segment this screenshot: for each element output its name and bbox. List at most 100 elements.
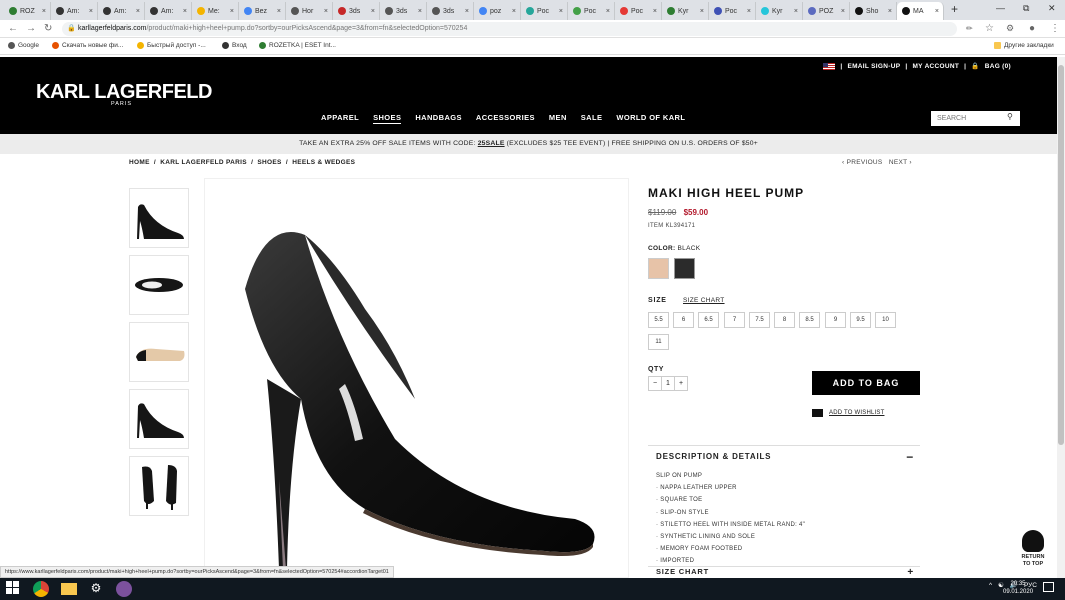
nav-handbags[interactable]: HANDBAGS [415,113,462,124]
minimize-icon[interactable]: — [996,3,1005,13]
size-chart-link[interactable]: SIZE CHART [683,297,725,304]
close-tab-icon[interactable]: × [277,8,281,15]
start-icon[interactable] [6,581,22,597]
size-option[interactable]: 9.5 [850,312,871,328]
nav-accessories[interactable]: ACCESSORIES [476,113,535,124]
other-bookmarks[interactable]: Другие закладки [994,42,1054,49]
add-to-wishlist-link[interactable]: ADD TO WISHLIST [829,410,884,416]
size-option[interactable]: 6 [673,312,694,328]
qty-decrement-button[interactable]: − [649,377,662,390]
swatch-nude[interactable] [648,258,669,279]
restore-icon[interactable]: ⧉ [1023,3,1029,14]
browser-tab[interactable]: Hor × [286,2,333,20]
browser-tab[interactable]: Poc × [521,2,568,20]
star-icon[interactable]: ☆ [985,23,994,34]
browser-tab[interactable]: Am: × [51,2,98,20]
close-tab-icon[interactable]: × [606,8,610,15]
browser-tab[interactable]: Me: × [192,2,239,20]
close-tab-icon[interactable]: × [465,8,469,15]
menu-icon[interactable]: ⋮ [1050,23,1060,34]
translate-icon[interactable]: ✏ [966,24,973,33]
browser-tab[interactable]: 3ds × [427,2,474,20]
close-tab-icon[interactable]: × [935,8,939,15]
bag-icon[interactable]: 🔒 [971,62,979,70]
size-option[interactable]: 10 [875,312,896,328]
nav-world-of-karl[interactable]: WORLD OF KARL [616,113,685,124]
close-tab-icon[interactable]: × [888,8,892,15]
clock[interactable]: 20:35 09.01.2020 [1003,580,1033,596]
collapse-icon[interactable]: − [906,446,914,468]
reload-icon[interactable]: ↻ [44,23,52,34]
extension-icon[interactable]: ⚙ [1006,23,1014,34]
close-window-icon[interactable]: ✕ [1048,3,1056,14]
nav-shoes[interactable]: SHOES [373,113,402,124]
product-thumbnail-side[interactable] [129,188,189,248]
close-tab-icon[interactable]: × [418,8,422,15]
nav-men[interactable]: MEN [549,113,567,124]
close-tab-icon[interactable]: × [230,8,234,15]
close-tab-icon[interactable]: × [747,8,751,15]
back-icon[interactable]: ← [8,23,18,34]
chevron-up-icon[interactable]: ^ [989,582,992,589]
close-tab-icon[interactable]: × [700,8,704,15]
close-tab-icon[interactable]: × [324,8,328,15]
scrollbar[interactable] [1057,57,1065,578]
size-option[interactable]: 5.5 [648,312,669,328]
previous-link[interactable]: ‹ PREVIOUS [842,159,883,166]
settings-icon[interactable]: ⚙ [88,581,104,597]
my-account-link[interactable]: MY ACCOUNT [912,63,959,70]
browser-tab[interactable]: Poc × [709,2,756,20]
product-thumbnail-top[interactable] [129,255,189,315]
size-option[interactable]: 8 [774,312,795,328]
browser-tab[interactable]: Bez × [239,2,286,20]
browser-tab[interactable]: Kyr × [662,2,709,20]
new-tab-button[interactable]: + [951,2,958,16]
bag-link[interactable]: BAG (0) [985,63,1011,70]
expand-icon[interactable]: + [907,567,914,578]
bookmark-quick-access[interactable]: Быстрый доступ -... [137,42,206,49]
size-option[interactable]: 11 [648,334,669,350]
viber-icon[interactable] [116,581,132,597]
breadcrumb-shoes[interactable]: SHOES [257,159,281,166]
browser-tab[interactable]: MA × [897,2,944,20]
browser-tab[interactable]: Sho × [850,2,897,20]
close-tab-icon[interactable]: × [371,8,375,15]
product-main-image[interactable] [204,178,629,578]
close-tab-icon[interactable]: × [136,8,140,15]
product-thumbnail-sole[interactable] [129,322,189,382]
close-tab-icon[interactable]: × [794,8,798,15]
browser-tab[interactable]: 3ds × [380,2,427,20]
close-tab-icon[interactable]: × [42,8,46,15]
browser-tab[interactable]: poz × [474,2,521,20]
browser-tab[interactable]: ROZ × [4,2,51,20]
size-option[interactable]: 9 [825,312,846,328]
promo-code[interactable]: 25SALE [478,140,505,147]
size-option[interactable]: 8.5 [799,312,820,328]
product-thumbnail-side-2[interactable] [129,389,189,449]
breadcrumb-heels[interactable]: HEELS & WEDGES [292,159,355,166]
browser-tab[interactable]: 3ds × [333,2,380,20]
browser-tab[interactable]: Kyr × [756,2,803,20]
url-input[interactable]: 🔒 karllagerfeldparis.com/product/maki+hi… [62,22,957,36]
size-option[interactable]: 7 [724,312,745,328]
description-accordion-header[interactable]: DESCRIPTION & DETAILS − [648,445,920,467]
close-tab-icon[interactable]: × [559,8,563,15]
next-link[interactable]: NEXT › [889,159,912,166]
qty-input[interactable]: 1 [662,377,674,390]
scrollbar-thumb[interactable] [1058,65,1064,445]
close-tab-icon[interactable]: × [512,8,516,15]
search-icon[interactable]: ⚲ [1007,112,1013,121]
nav-apparel[interactable]: APPAREL [321,113,359,124]
size-chart-accordion-header[interactable]: SIZE CHART + [648,566,920,578]
add-to-bag-button[interactable]: ADD TO BAG [812,371,920,395]
size-option[interactable]: 7.5 [749,312,770,328]
close-tab-icon[interactable]: × [653,8,657,15]
swatch-black[interactable] [674,258,695,279]
browser-tab[interactable]: Poc × [568,2,615,20]
breadcrumb-home[interactable]: HOME [129,159,150,166]
file-explorer-icon[interactable] [61,583,77,595]
nav-sale[interactable]: SALE [581,113,603,124]
size-option[interactable]: 6.5 [698,312,719,328]
browser-tab[interactable]: Am: × [145,2,192,20]
email-signup-link[interactable]: EMAIL SIGN-UP [847,63,900,70]
